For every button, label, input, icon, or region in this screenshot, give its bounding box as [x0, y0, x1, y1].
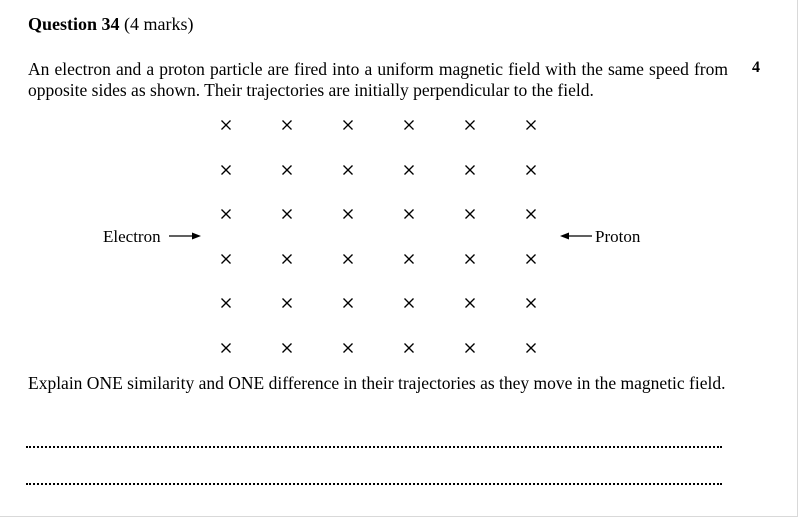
field-cross-icon [343, 120, 353, 130]
field-cross-icon [465, 209, 475, 220]
field-cross-icon [343, 298, 353, 309]
field-cross-icon [282, 253, 292, 264]
field-cross-icon [221, 120, 231, 130]
field-cross-icon [526, 343, 536, 353]
field-cross-icon [221, 253, 231, 264]
field-cross-icon [404, 298, 414, 309]
field-cross-icon [282, 343, 292, 353]
field-cross-icon [282, 164, 292, 175]
field-cross-icon [282, 120, 292, 130]
electron-label: Electron [103, 227, 161, 246]
field-cross-icon [221, 164, 231, 175]
field-cross-icon [404, 209, 414, 220]
field-cross-icon [465, 253, 475, 264]
field-cross-icon [465, 298, 475, 309]
field-cross-icon [526, 120, 536, 130]
proton-label: Proton [595, 227, 641, 246]
field-cross-icon [404, 164, 414, 175]
field-cross-icon [526, 164, 536, 175]
field-cross-icon [465, 164, 475, 175]
field-cross-icon [221, 343, 231, 353]
field-cross-icon [465, 343, 475, 353]
question-prompt: Explain ONE similarity and ONE differenc… [28, 373, 726, 393]
electron-arrow-icon [169, 232, 201, 240]
field-cross-icon [282, 298, 292, 309]
field-cross-icon [221, 209, 231, 220]
field-cross-icon [526, 298, 536, 309]
magnetic-field-diagram: Electron Proton [0, 0, 799, 518]
field-cross-icon [526, 253, 536, 264]
field-cross-icon [343, 209, 353, 220]
exam-page: Question 34 (4 marks) 4 An electron and … [0, 0, 798, 517]
field-cross-icon [221, 298, 231, 309]
field-cross-icon [404, 343, 414, 353]
field-cross-icon [465, 120, 475, 130]
field-cross-icon [343, 164, 353, 175]
field-cross-icon [526, 209, 536, 220]
field-cross-icon [404, 253, 414, 264]
answer-line[interactable] [26, 446, 722, 448]
proton-arrow-icon [560, 232, 592, 240]
field-cross-icon [282, 209, 292, 220]
field-cross-icon [343, 343, 353, 353]
field-cross-icon [404, 120, 414, 130]
field-cross-icon [343, 253, 353, 264]
answer-line[interactable] [26, 483, 722, 485]
